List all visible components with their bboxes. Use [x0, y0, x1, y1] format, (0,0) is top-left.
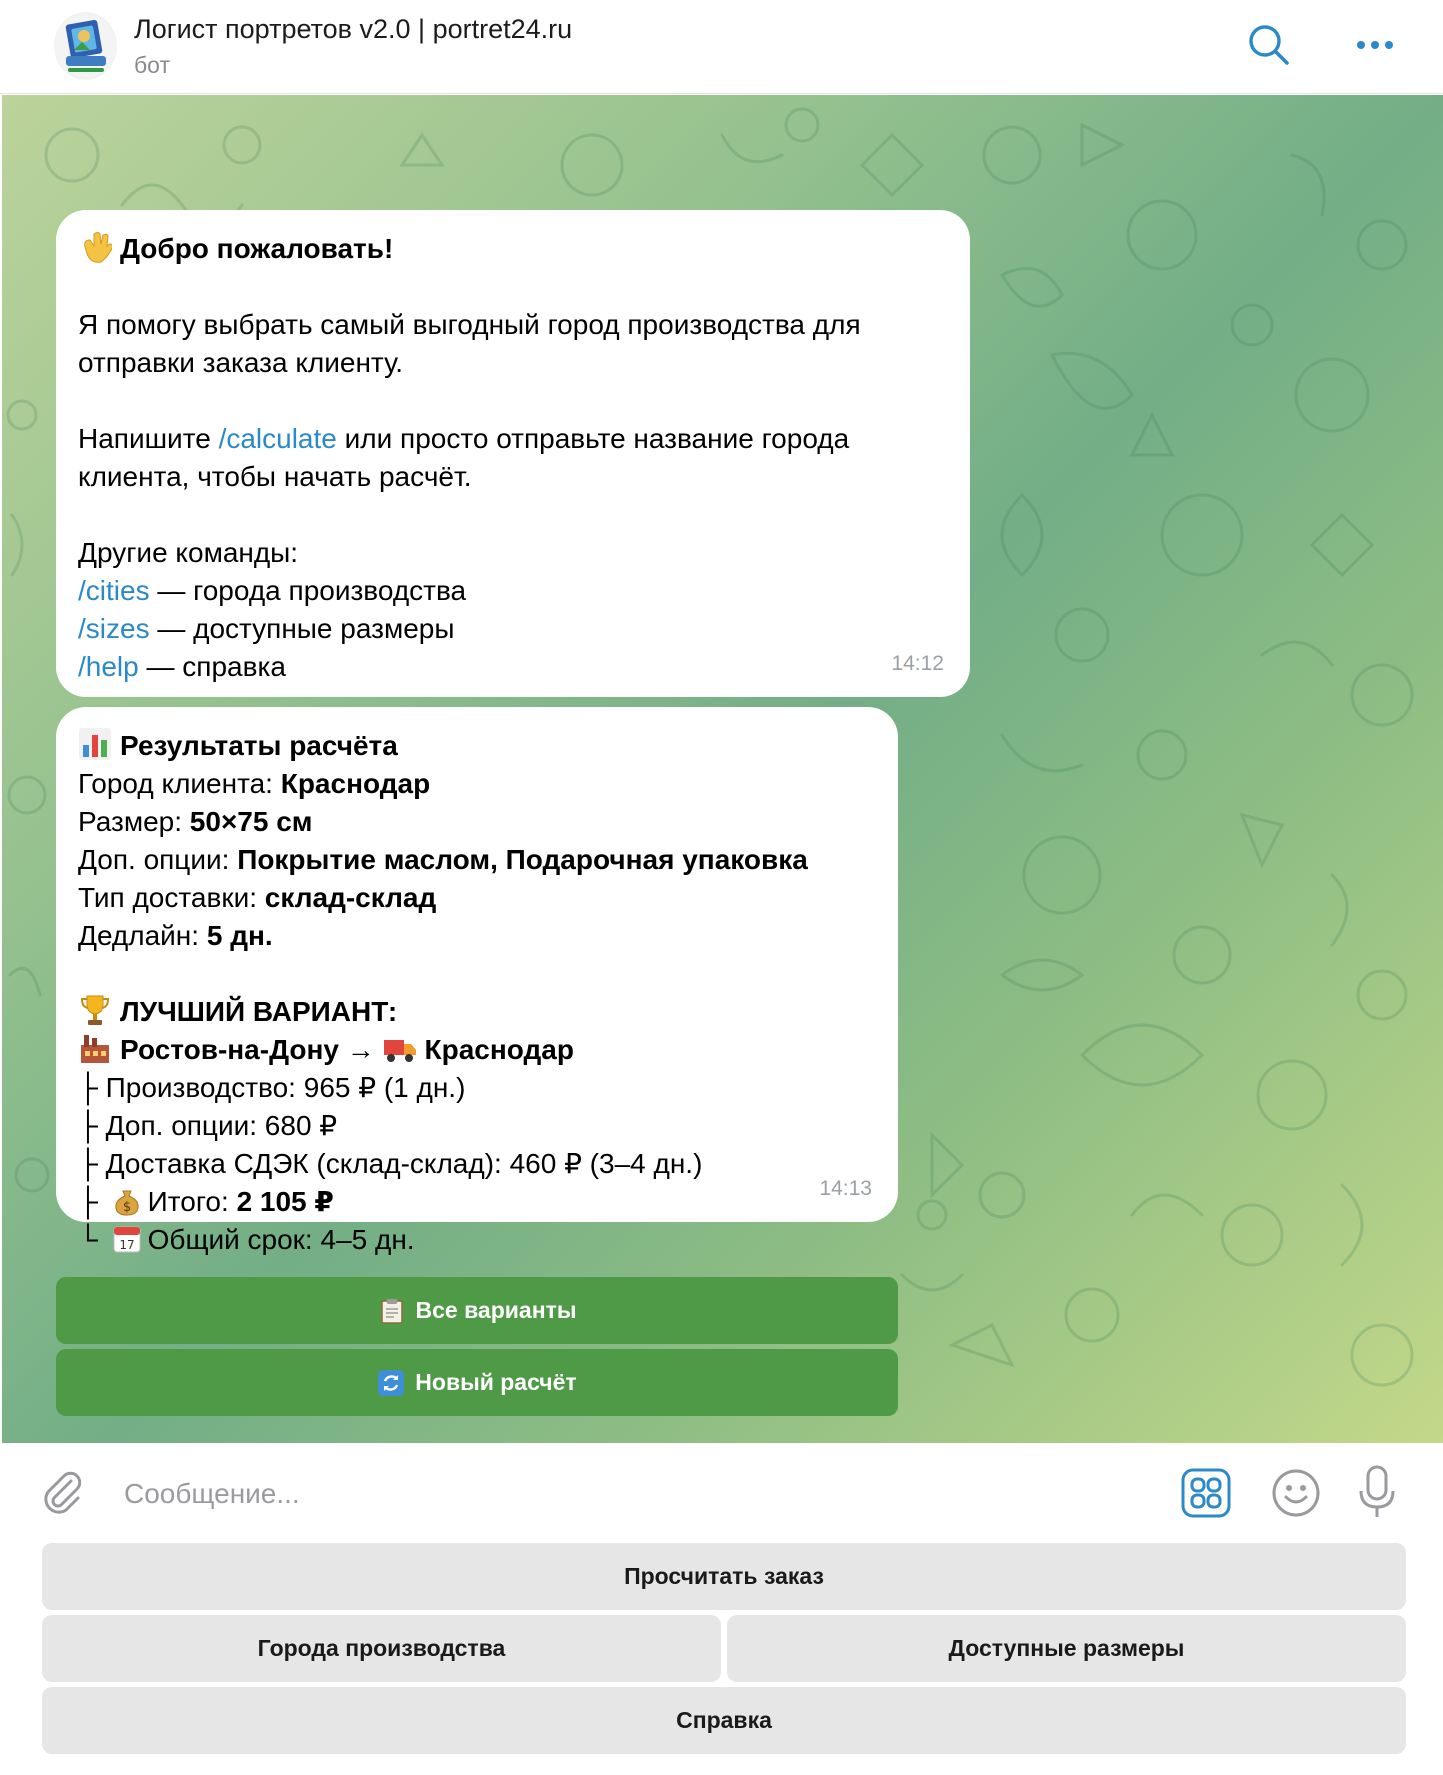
- all-variants-button[interactable]: Все варианты: [56, 1277, 898, 1344]
- bar-chart-icon: [79, 728, 111, 760]
- new-calculation-button[interactable]: Новый расчёт: [56, 1349, 898, 1416]
- field-client-city: Город клиента: Краснодар: [78, 765, 876, 803]
- paperclip-icon[interactable]: [38, 1467, 88, 1517]
- calc-text-before: Напишите: [78, 423, 219, 454]
- chat-area[interactable]: Добро пожаловать! Я помогу выбрать самый…: [2, 95, 1443, 1443]
- reply-keyboard: Просчитать заказ Города производства Дос…: [0, 1543, 1443, 1775]
- message-input[interactable]: [122, 1465, 1146, 1523]
- chat-title[interactable]: Логист портретов v2.0 | portret24.ru: [134, 14, 572, 45]
- money-bag-icon: $: [115, 1190, 139, 1216]
- other-commands-title: Другие команды:: [78, 537, 299, 568]
- greeting-text: Добро пожаловать!: [120, 233, 394, 264]
- cities-command-link[interactable]: /cities: [78, 575, 150, 606]
- results-message: Результаты расчёта Город клиента: Красно…: [56, 707, 898, 1255]
- field-label: Тип доставки:: [78, 882, 265, 913]
- best-route-line: Ростов-на-Дону → Краснодар: [78, 1031, 876, 1069]
- search-icon[interactable]: [1246, 22, 1292, 68]
- detail-text: Доп. опции: 680 ₽: [105, 1110, 338, 1141]
- detail-text: Доставка СДЭК (склад-склад): 460 ₽ (3–4 …: [105, 1148, 703, 1179]
- welcome-message: Добро пожаловать! Я помогу выбрать самый…: [56, 210, 970, 697]
- calculate-line: Напишите /calculate или просто отправьте…: [78, 420, 948, 458]
- chat-subtitle: бот: [134, 52, 170, 78]
- tree-prefix: ├: [78, 1148, 106, 1179]
- detail-total: ├ $ Итого: 2 105 ₽: [78, 1183, 876, 1221]
- calendar-icon: 17: [113, 1226, 141, 1253]
- all-variants-label: Все варианты: [415, 1297, 577, 1323]
- calculate-line-2: клиента, чтобы начать расчёт.: [78, 461, 472, 492]
- message-time: 14:13: [819, 1177, 872, 1200]
- calc-text-after: или просто отправьте название города: [336, 423, 850, 454]
- factory-icon: [81, 1035, 109, 1063]
- sizes-command-desc: — доступные размеры: [149, 613, 455, 644]
- new-calculation-label: Новый расчёт: [415, 1369, 577, 1395]
- detail-term: └ 17 Общий срок: 4–5 дн.: [78, 1221, 876, 1259]
- svg-text:17: 17: [119, 1238, 134, 1252]
- delivery-truck-icon: [383, 1040, 416, 1062]
- telegram-chat-window: Логист портретов v2.0 | portret24.ru бот: [0, 0, 1443, 1775]
- results-title: Результаты расчёта: [120, 730, 398, 761]
- intro-line-1: Я помогу выбрать самый выгодный город пр…: [78, 309, 861, 340]
- field-value: склад-склад: [264, 882, 437, 913]
- clipboard-icon: [380, 1298, 403, 1324]
- waving-hand-icon: [84, 232, 112, 263]
- field-label: Размер:: [78, 806, 190, 837]
- total-label: Итого:: [147, 1186, 237, 1217]
- message-time: 14:12: [891, 652, 944, 675]
- smile-icon[interactable]: [1270, 1467, 1322, 1519]
- production-cities-button[interactable]: Города производства: [42, 1615, 721, 1682]
- bot-avatar[interactable]: [54, 12, 117, 80]
- bot-avatar-logo-icon: [54, 15, 117, 77]
- command-item-help: /help — справка: [78, 648, 948, 686]
- field-label: Доп. опции:: [78, 844, 238, 875]
- message-input-bar: [0, 1443, 1443, 1543]
- field-options: Доп. опции: Покрытие маслом, Подарочная …: [78, 841, 876, 879]
- sizes-command-link[interactable]: /sizes: [78, 613, 150, 644]
- detail-delivery: ├ Доставка СДЭК (склад-склад): 460 ₽ (3–…: [78, 1145, 876, 1183]
- field-value: Покрытие маслом, Подарочная упаковка: [237, 844, 808, 875]
- field-deadline: Дедлайн: 5 дн.: [78, 917, 876, 955]
- field-label: Город клиента:: [78, 768, 281, 799]
- total-value: 2 105 ₽: [236, 1186, 334, 1217]
- command-item-cities: /cities — города производства: [78, 572, 948, 610]
- field-value: 5 дн.: [206, 920, 273, 951]
- help-button[interactable]: Справка: [42, 1687, 1406, 1754]
- field-value: Краснодар: [280, 768, 431, 799]
- field-label: Дедлайн:: [78, 920, 207, 951]
- tree-prefix: ├: [78, 1072, 106, 1103]
- best-option-title: ЛУЧШИЙ ВАРИАНТ:: [120, 996, 398, 1027]
- svg-text:$: $: [122, 1200, 130, 1215]
- intro-line-2: отправки заказа клиенту.: [78, 347, 404, 378]
- calculate-order-button[interactable]: Просчитать заказ: [42, 1543, 1406, 1610]
- tree-prefix: ├: [78, 1186, 106, 1217]
- best-option-title-line: ЛУЧШИЙ ВАРИАНТ:: [78, 993, 876, 1031]
- route-arrow: →: [346, 1034, 375, 1065]
- bot-keyboard-icon[interactable]: [1180, 1467, 1232, 1519]
- detail-text: Производство: 965 ₽ (1 дн.): [105, 1072, 466, 1103]
- trophy-icon: [80, 995, 110, 1025]
- detail-production: ├ Производство: 965 ₽ (1 дн.): [78, 1069, 876, 1107]
- available-sizes-button[interactable]: Доступные размеры: [727, 1615, 1406, 1682]
- command-item-sizes: /sizes — доступные размеры: [78, 610, 948, 648]
- detail-options: ├ Доп. опции: 680 ₽: [78, 1107, 876, 1145]
- term-text: Общий срок: 4–5 дн.: [147, 1224, 415, 1255]
- results-title-line: Результаты расчёта: [78, 727, 876, 765]
- tree-prefix: ├: [78, 1110, 106, 1141]
- field-size: Размер: 50×75 см: [78, 803, 876, 841]
- route-to: Краснодар: [424, 1034, 574, 1065]
- field-delivery-type: Тип доставки: склад-склад: [78, 879, 876, 917]
- more-icon[interactable]: [1352, 22, 1398, 68]
- microphone-icon[interactable]: [1352, 1463, 1402, 1521]
- field-value: 50×75 см: [189, 806, 313, 837]
- greeting-line: Добро пожаловать!: [78, 230, 948, 268]
- refresh-icon: [378, 1369, 405, 1396]
- calculate-command-link[interactable]: /calculate: [219, 423, 337, 454]
- cities-command-desc: — города производства: [149, 575, 467, 606]
- help-command-desc: — справка: [138, 651, 286, 682]
- tree-prefix: └: [78, 1224, 106, 1255]
- route-from: Ростов-на-Дону: [120, 1034, 339, 1065]
- help-command-link[interactable]: /help: [78, 651, 139, 682]
- chat-header: Логист портретов v2.0 | portret24.ru бот: [0, 0, 1443, 94]
